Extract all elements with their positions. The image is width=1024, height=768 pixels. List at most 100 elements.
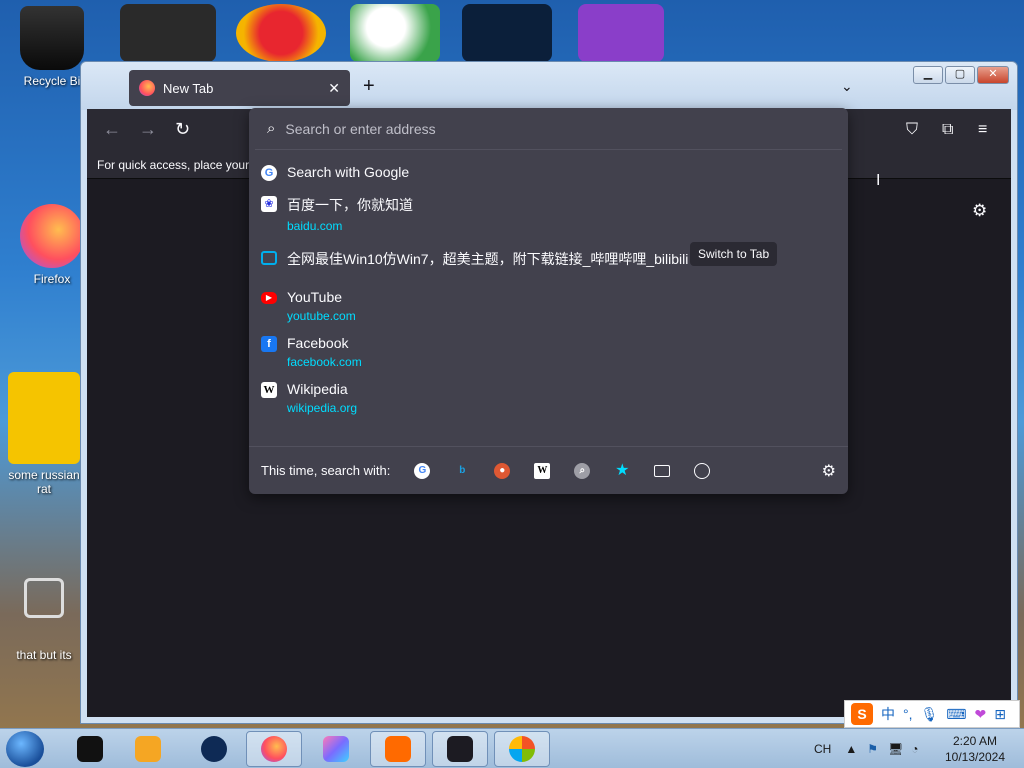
- clock-date: 10/13/2024: [944, 750, 1006, 764]
- suggestion-row-baidu[interactable]: ❀ 百度一下，你就知道 baidu.com: [249, 189, 848, 239]
- keyboard-icon[interactable]: ⌨: [946, 706, 966, 723]
- input-language[interactable]: CH: [814, 742, 831, 756]
- bilibili-icon: [261, 251, 277, 265]
- minimize-button[interactable]: ▁: [913, 66, 943, 84]
- desktop-top-icon-4[interactable]: [462, 4, 552, 62]
- history-clock-icon[interactable]: [694, 462, 711, 479]
- network-icon[interactable]: 🖥: [888, 742, 903, 756]
- back-arrow-icon[interactable]: ←: [103, 119, 121, 140]
- extensions-puzzle-icon[interactable]: ⧉: [942, 121, 953, 139]
- switch-to-tab-badge[interactable]: Switch to Tab: [690, 242, 778, 266]
- forward-arrow-icon[interactable]: →: [139, 119, 157, 140]
- start-button-windows-icon[interactable]: [6, 731, 44, 767]
- pocket-icon[interactable]: ⛉: [906, 121, 918, 139]
- system-tray: CH ▲ ⚑ 🖥 ◔: [814, 729, 918, 768]
- suggestion-list: G Search with Google ❀ 百度一下，你就知道 baidu.c…: [249, 150, 848, 421]
- suggestion-title: YouTube: [287, 289, 343, 305]
- desktop-icon-label: that but its: [16, 648, 72, 662]
- urlbar-dropdown: ⌕ G Search with Google ❀ 百度一下，你就知道 baidu…: [249, 108, 848, 494]
- list-all-tabs-chevron-icon[interactable]: ⌄: [841, 78, 853, 95]
- that-but-its-desktop-icon[interactable]: that but its: [6, 578, 82, 662]
- taskbar-app-5[interactable]: [308, 731, 364, 767]
- recycle-bin-icon: [20, 6, 84, 70]
- media-player-icon: [135, 736, 161, 762]
- desktop-icon-label: Recycle Bi: [23, 74, 81, 88]
- bookmarks-star-icon[interactable]: ★: [614, 462, 630, 479]
- tabs-icon[interactable]: [654, 464, 671, 477]
- app-icon: [77, 736, 103, 762]
- desktop-top-icon-1[interactable]: [120, 4, 216, 62]
- google-icon[interactable]: G: [414, 462, 431, 479]
- punctuation-icon[interactable]: °,: [903, 706, 913, 722]
- google-icon: G: [261, 165, 277, 181]
- taskbar-app-7[interactable]: [432, 731, 488, 767]
- microphone-icon[interactable]: 🎙: [921, 706, 939, 723]
- title-bar: New Tab ✕ + ⌄ ▁ ▢ ✕: [81, 62, 1017, 110]
- taskbar-app-3[interactable]: [186, 731, 242, 767]
- firefox-icon: [139, 80, 155, 96]
- russian-rat-desktop-icon[interactable]: some russian rat: [6, 372, 82, 496]
- suggestion-title: 全网最佳Win10仿Win7，超美主题，附下载链接_哔哩哔哩_bilibili: [287, 251, 689, 267]
- globe-icon: [201, 736, 227, 762]
- desktop-icon-label: Firefox: [33, 272, 71, 286]
- maximize-button[interactable]: ▢: [945, 66, 975, 84]
- new-tab-plus-icon[interactable]: +: [363, 76, 375, 96]
- desktop-top-icon-5[interactable]: [578, 4, 664, 62]
- windows-logo-icon: [509, 736, 535, 762]
- volume-icon[interactable]: ◔: [911, 742, 918, 756]
- suggestion-url: baidu.com: [287, 219, 343, 233]
- suggestion-row-facebook[interactable]: f Facebook facebook.com: [249, 329, 848, 375]
- suggestion-url: wikipedia.org: [287, 401, 358, 415]
- reload-icon[interactable]: ↻: [175, 119, 190, 140]
- ime-toolbar: S 中 °, 🎙 ⌨ ❤ ⊞: [844, 700, 1020, 728]
- bookmarks-hint-text: For quick access, place your b: [97, 158, 260, 172]
- new-tab-settings-gear-icon[interactable]: ⚙: [972, 201, 987, 221]
- close-tab-icon[interactable]: ✕: [328, 80, 340, 97]
- suggestion-row-youtube[interactable]: ▶ YouTube youtube.com: [249, 283, 848, 329]
- suggestion-title: Wikipedia: [287, 381, 348, 397]
- show-hidden-icons-chevron-icon[interactable]: ▲: [845, 742, 857, 756]
- wikipedia-icon[interactable]: W: [534, 462, 551, 479]
- tab-new-tab[interactable]: New Tab ✕: [129, 70, 350, 106]
- search-engine-icon[interactable]: ⌕: [574, 462, 591, 479]
- app-icon: [8, 372, 80, 464]
- taskbar-app-1[interactable]: [62, 731, 118, 767]
- menu-hamburger-icon[interactable]: ≡: [978, 121, 987, 139]
- app-icon: [323, 736, 349, 762]
- sogou-ime-icon[interactable]: S: [851, 703, 873, 725]
- duckduckgo-icon[interactable]: ●: [494, 462, 511, 479]
- tab-title: New Tab: [163, 80, 214, 96]
- baidu-icon: ❀: [261, 196, 277, 212]
- firefox-icon: [261, 736, 287, 762]
- taskbar-firefox[interactable]: [246, 731, 302, 767]
- text-cursor-ibeam-icon: I: [876, 172, 881, 189]
- search-settings-gear-icon[interactable]: ⚙: [822, 461, 836, 481]
- one-off-label: This time, search with:: [261, 463, 391, 478]
- skin-icon[interactable]: ❤: [975, 706, 987, 723]
- action-center-icon[interactable]: ⚑: [867, 742, 878, 756]
- taskbar-app-8[interactable]: [494, 731, 550, 767]
- bing-icon[interactable]: b: [454, 463, 470, 479]
- close-window-button[interactable]: ✕: [977, 66, 1009, 84]
- suggestion-row-wikipedia[interactable]: W Wikipedia wikipedia.org: [249, 375, 848, 421]
- taskbar-sogou[interactable]: [370, 731, 426, 767]
- desktop-top-icon-3[interactable]: [350, 4, 440, 62]
- toolbox-grid-icon[interactable]: ⊞: [994, 706, 1006, 723]
- youtube-icon: ▶: [261, 292, 277, 304]
- firefox-desktop-icon[interactable]: Firefox: [14, 204, 90, 286]
- address-input[interactable]: [285, 120, 830, 137]
- suggestion-title: 百度一下，你就知道: [287, 197, 413, 213]
- suggestion-row-google[interactable]: G Search with Google: [249, 156, 848, 189]
- stacked-windows-icon: [24, 578, 64, 618]
- firefox-icon: [20, 204, 84, 268]
- window-controls: ▁ ▢ ✕: [913, 66, 1009, 84]
- address-bar: ⌕: [255, 108, 842, 150]
- ime-language-mode[interactable]: 中: [881, 704, 895, 724]
- clock[interactable]: 2:20 AM 10/13/2024: [940, 733, 1010, 765]
- desktop-top-icon-2[interactable]: [236, 4, 326, 62]
- recycle-bin-desktop-icon[interactable]: Recycle Bi: [14, 6, 90, 88]
- clock-time: 2:20 AM: [952, 734, 998, 748]
- taskbar-media-player[interactable]: [120, 731, 176, 767]
- taskbar: CH ▲ ⚑ 🖥 ◔ 2:20 AM 10/13/2024: [0, 728, 1024, 768]
- suggestion-row-bilibili[interactable]: 全网最佳Win10仿Win7，超美主题，附下载链接_哔哩哔哩_bilibili …: [249, 239, 848, 283]
